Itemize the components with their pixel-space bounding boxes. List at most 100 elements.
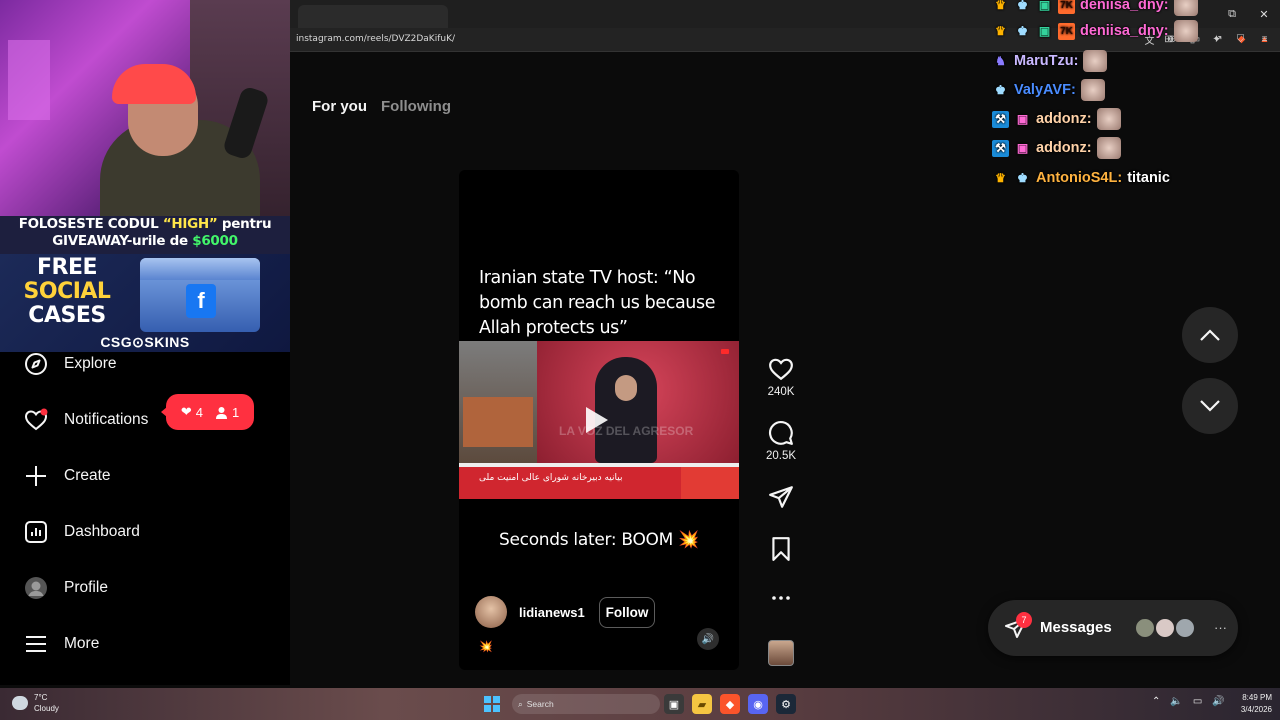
moderator-badge-icon: ⚒ <box>992 139 1009 157</box>
sidebar-item-dashboard[interactable]: Dashboard <box>24 517 140 547</box>
file-explorer-icon[interactable]: ▰ <box>692 694 712 714</box>
system-tray: ⌃ 🔈 ▭ 🔊 <box>1152 696 1225 707</box>
bookmark-icon[interactable] <box>768 536 794 562</box>
webcam-window-light <box>8 40 50 120</box>
chevron-up-icon[interactable]: ⌃ <box>1152 696 1160 707</box>
system-clock[interactable]: 8:49 PM 3/4/2026 <box>1224 692 1272 716</box>
sidebar-item-profile[interactable]: Profile <box>24 573 108 603</box>
reel-video[interactable]: Iranian state TV host: “No bomb can reac… <box>459 170 739 670</box>
browser-tab[interactable] <box>298 5 448 28</box>
streamer-webcam <box>0 0 290 216</box>
gift-badge-icon: ▣ <box>1016 112 1029 126</box>
chat-avatar <box>1174 617 1196 639</box>
tab-for-you[interactable]: For you <box>312 98 367 115</box>
sidebar-item-explore[interactable]: Explore <box>24 349 117 379</box>
task-view-icon[interactable]: ▣ <box>664 694 684 714</box>
discord-icon[interactable]: ◉ <box>748 694 768 714</box>
sidebar-item-label: Create <box>64 467 111 484</box>
chat-emote <box>1096 108 1121 130</box>
profile-avatar <box>24 576 48 600</box>
chat-message: ♛ ♚ AntonioS4L: titanic <box>992 167 1170 189</box>
heart-icon <box>24 408 48 432</box>
messages-badge: 7 <box>1016 612 1032 628</box>
gift-badge-icon: ▣ <box>1038 24 1051 38</box>
start-tile <box>484 705 491 712</box>
next-reel-button[interactable] <box>1182 378 1238 434</box>
author-avatar[interactable] <box>475 596 507 628</box>
search-icon: ⌕ <box>518 698 523 709</box>
sidebar-item-create[interactable]: Create <box>24 461 111 491</box>
follows-count: 1 <box>231 404 240 420</box>
sidebar-item-label: Explore <box>64 355 117 372</box>
promo-line-2: GIVEAWAY-urile de $6000 <box>0 233 290 250</box>
sidebar-item-more[interactable]: More <box>24 629 99 659</box>
more-options-icon[interactable] <box>768 590 794 606</box>
steam-icon[interactable]: ⚙ <box>776 694 796 714</box>
bar-chart-icon <box>24 520 48 544</box>
tv-host-face <box>615 375 637 401</box>
speaker-icon[interactable]: 🔈 <box>1170 696 1182 707</box>
reels-tabs: For you Following <box>312 98 451 115</box>
chat-avatar <box>1154 617 1176 639</box>
taskbar-search[interactable]: ⌕ Search <box>512 694 660 714</box>
network-icon[interactable]: ▭ <box>1193 696 1202 707</box>
sidebar-item-notifications[interactable]: Notifications <box>24 405 148 435</box>
like-count[interactable]: 240K <box>768 386 795 398</box>
sidebar-item-label: More <box>64 635 100 652</box>
like-heart-icon[interactable] <box>768 356 794 382</box>
notification-pill[interactable]: ❤ 4 1 <box>161 394 254 430</box>
temperature: 7°C <box>34 693 48 702</box>
chat-message: ♛ ♚ ▣ 7K deniisa_dny: <box>992 0 1198 16</box>
volume-icon[interactable]: 🔊 <box>697 628 719 650</box>
messages-button[interactable]: Messages ··· <box>988 600 1238 656</box>
chat-message: ♚ ValyAVF: <box>992 79 1105 101</box>
promo-text: FOLOSESTE CODUL <box>18 216 163 232</box>
chevron-down-icon <box>1200 400 1220 412</box>
close-button[interactable]: ✕ <box>1248 0 1280 28</box>
channel-badge-icon: 7K <box>1058 0 1075 14</box>
follow-button[interactable]: Follow <box>599 597 655 628</box>
vip-badge-icon: ♚ <box>1017 171 1028 185</box>
sidebar-item-label: Notifications <box>64 411 149 428</box>
chat-emote <box>1083 50 1108 72</box>
chat-emote <box>1173 0 1198 16</box>
comment-count[interactable]: 20.5K <box>766 450 796 462</box>
banner-line: FREE <box>36 255 98 280</box>
gift-badge-icon: ▣ <box>1038 0 1051 12</box>
leo-ai-icon[interactable]: ✦ <box>1209 32 1224 47</box>
tab-following[interactable]: Following <box>381 98 451 115</box>
reel-top-caption: Iranian state TV host: “No bomb can reac… <box>479 268 716 338</box>
sponsor-banner: FREE SOCIAL CASES f CSG⊙SKINS <box>0 254 290 352</box>
weather-widget[interactable]: 7°C Cloudy <box>12 692 59 714</box>
sponsor-brand: CSG⊙SKINS <box>100 334 190 350</box>
crown-badge-icon: ♛ <box>995 24 1006 38</box>
weather-text: 7°C Cloudy <box>34 692 59 714</box>
restore-button[interactable]: ⧉ <box>1216 0 1248 28</box>
chat-message: ♛ ♚ ▣ 7K deniisa_dny: <box>992 20 1198 42</box>
promo-banner-text: FOLOSESTE CODUL “HIGH” pentru GIVEAWAY-u… <box>0 216 290 254</box>
taskbar-apps: ▣ ▰ ◆ ◉ ⚙ <box>664 694 796 714</box>
audio-thumbnail[interactable] <box>768 640 794 666</box>
chat-text: titanic <box>1127 170 1170 186</box>
vip-badge-icon: ♚ <box>1017 0 1028 12</box>
comment-icon[interactable] <box>768 420 794 446</box>
chat-username: deniisa_dny: <box>1080 23 1169 39</box>
live-indicator <box>721 349 729 354</box>
play-icon[interactable] <box>586 407 608 433</box>
url-text[interactable]: instagram.com/reels/DVZ2DaKifuK/ <box>296 34 455 44</box>
channel-badge-icon: 7K <box>1058 22 1075 40</box>
volume-icon[interactable]: 🔊 <box>1212 696 1224 707</box>
windows-taskbar: 7°C Cloudy ⌕ Search ▣ ▰ ◆ ◉ ⚙ ⌃ 🔈 ▭ 🔊 8:… <box>0 688 1280 720</box>
start-tile <box>484 696 491 703</box>
brave-browser-icon[interactable]: ◆ <box>720 694 740 714</box>
browser-menu-icon[interactable]: ≡ <box>1257 32 1272 47</box>
previous-reel-button[interactable] <box>1182 307 1238 363</box>
reel-author[interactable]: lidianews1 <box>475 596 585 628</box>
chat-username: MaruTzu: <box>1014 53 1079 69</box>
start-button[interactable] <box>484 696 500 712</box>
send-icon[interactable] <box>768 484 794 510</box>
message-avatars <box>1134 617 1196 639</box>
vpn-icon[interactable]: ⛉ <box>1233 32 1248 47</box>
save-action <box>764 536 798 562</box>
author-username[interactable]: lidianews1 <box>519 605 585 620</box>
